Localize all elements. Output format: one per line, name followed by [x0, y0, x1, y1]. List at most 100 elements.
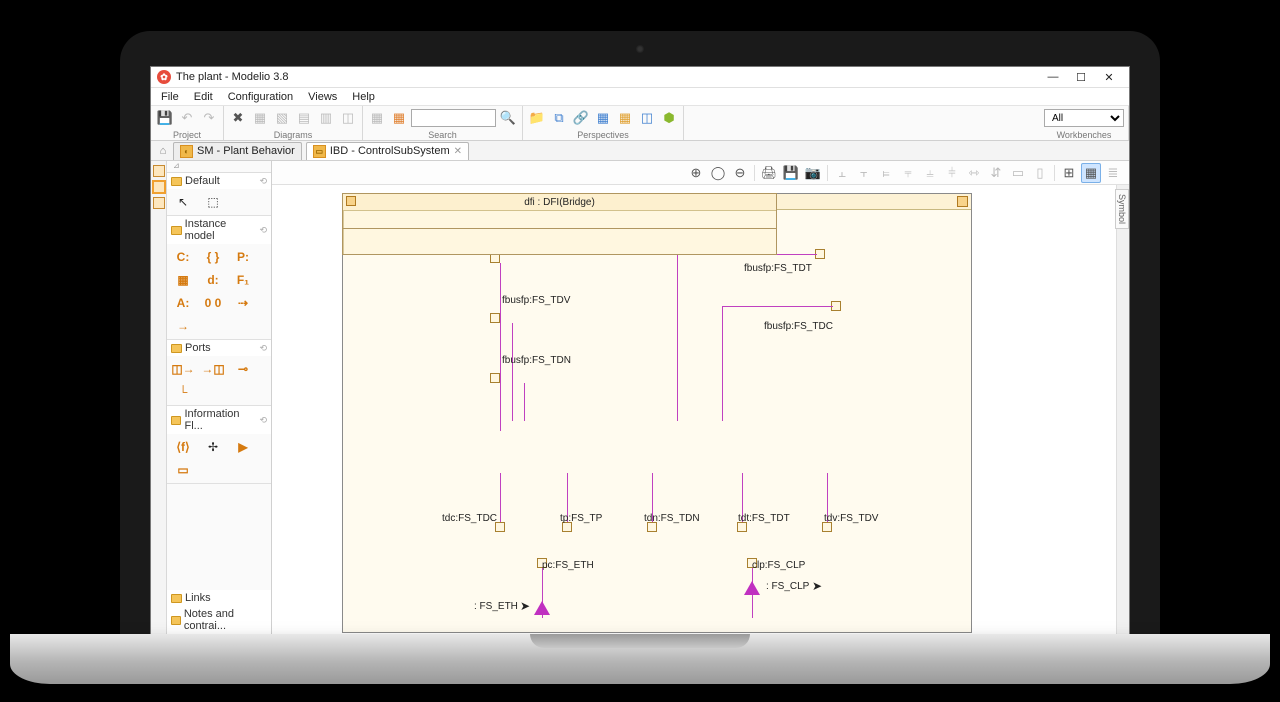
palette-header-notes[interactable]: Notes and contrai... — [167, 606, 271, 634]
sidebar-toggle[interactable]: ⌂ — [155, 143, 171, 159]
redo-icon[interactable]: ↷ — [199, 108, 219, 128]
connector[interactable] — [524, 383, 525, 421]
f-tool[interactable]: F₁ — [231, 270, 255, 290]
align-top-icon[interactable]: ⫧ — [898, 163, 918, 183]
minimize-button[interactable]: — — [1039, 67, 1067, 87]
same-height-icon[interactable]: ▯ — [1030, 163, 1050, 183]
modules-icon[interactable]: ⬢ — [659, 108, 679, 128]
d-tool[interactable]: d: — [201, 270, 225, 290]
matrix-icon[interactable]: ▦ — [367, 108, 387, 128]
iflow-cross-tool[interactable]: ✢ — [201, 437, 225, 457]
table-icon[interactable]: ▦ — [389, 108, 409, 128]
port-ld[interactable] — [490, 373, 500, 383]
pin-icon[interactable]: ⟲ — [259, 415, 267, 426]
palette-header-default[interactable]: Default ⟲ — [167, 173, 271, 189]
port-od[interactable] — [490, 313, 500, 323]
zero-tool[interactable]: 0 0 — [201, 293, 225, 313]
copy-icon[interactable]: ⧉ — [549, 108, 569, 128]
diagram1-icon[interactable]: ▦ — [250, 108, 270, 128]
grid-toggle-icon[interactable]: ▦ — [1081, 163, 1101, 183]
frame-controlsubsystem[interactable]: ControlSubSystem — [342, 193, 972, 633]
iflow-box-tool[interactable]: ▭ — [171, 460, 195, 480]
pointer-tool[interactable]: ↖ — [171, 192, 195, 212]
flow-tool[interactable]: ⇢ — [231, 293, 255, 313]
palette-header-ports[interactable]: Ports ⟲ — [167, 340, 271, 356]
zoom-out-icon[interactable]: ⊖ — [730, 163, 750, 183]
link-icon[interactable]: 🔗 — [571, 108, 591, 128]
distribute-v-icon[interactable]: ⇵ — [986, 163, 1006, 183]
menu-edit[interactable]: Edit — [188, 90, 219, 104]
pin-icon[interactable]: ⟲ — [259, 176, 267, 187]
port-in-tool[interactable]: ◫→ — [171, 359, 195, 379]
align-middle-icon[interactable]: ⫨ — [920, 163, 940, 183]
palette-header-infoflow[interactable]: Information Fl... ⟲ — [167, 406, 271, 434]
connector[interactable] — [512, 323, 513, 421]
view1-icon[interactable] — [153, 165, 165, 177]
iflow-tri-tool[interactable]: ▶ — [231, 437, 255, 457]
connector[interactable] — [500, 263, 501, 431]
align-center-icon[interactable]: ⫟ — [854, 163, 874, 183]
flowlabel-eth: : FS_ETH — [474, 601, 518, 612]
portlabel-clp: clp:FS_CLP — [752, 560, 805, 571]
search-icon[interactable]: 🔍 — [498, 108, 518, 128]
layers-icon[interactable]: ≣ — [1103, 163, 1123, 183]
port-out-tool[interactable]: →◫ — [201, 359, 225, 379]
search-input[interactable] — [411, 109, 496, 127]
layout-icon[interactable]: ▦ — [615, 108, 635, 128]
pin-icon[interactable]: ⟲ — [259, 343, 267, 354]
part-dfi[interactable]: dfi : DFI(Bridge) — [342, 193, 777, 229]
table-tool[interactable]: ▦ — [171, 270, 195, 290]
connector[interactable] — [677, 254, 678, 421]
window-icon[interactable]: ◫ — [637, 108, 657, 128]
class-tool[interactable]: C: — [171, 247, 195, 267]
palette-header-instance[interactable]: Instance model ⟲ — [167, 216, 271, 244]
save-diagram-icon[interactable]: 💾 — [781, 163, 801, 183]
palette-header-links[interactable]: Links — [167, 590, 271, 606]
diagram4-icon[interactable]: ▥ — [316, 108, 336, 128]
folder-icon[interactable]: 📁 — [527, 108, 547, 128]
view3-icon[interactable] — [153, 197, 165, 209]
undo-icon[interactable]: ↶ — [177, 108, 197, 128]
marquee-tool[interactable]: ⬚ — [201, 192, 225, 212]
port-lolli-tool[interactable]: ⊸ — [231, 359, 255, 379]
connector[interactable] — [722, 306, 723, 421]
wrench-icon[interactable]: ✖ — [228, 108, 248, 128]
workbench-select[interactable]: All — [1044, 109, 1124, 127]
connector[interactable] — [500, 473, 501, 527]
symbol-tab[interactable]: Symbol — [1115, 189, 1129, 229]
braces-tool[interactable]: { } — [201, 247, 225, 267]
menu-file[interactable]: File — [155, 90, 185, 104]
property-tool[interactable]: P: — [231, 247, 255, 267]
zoom-in-icon[interactable]: ⊕ — [686, 163, 706, 183]
tab-sm-plant-behavior[interactable]: ◐ SM - Plant Behavior — [173, 142, 302, 160]
snap-icon[interactable]: ⊞ — [1059, 163, 1079, 183]
iflow-tool[interactable]: ⟨f⟩ — [171, 437, 195, 457]
diagram5-icon[interactable]: ◫ — [338, 108, 358, 128]
canvas-viewport[interactable]: Symbol ControlSubSystem pd : PositionerD… — [272, 185, 1129, 650]
diagram3-icon[interactable]: ▤ — [294, 108, 314, 128]
menu-configuration[interactable]: Configuration — [222, 90, 299, 104]
pin-icon[interactable]: ⟲ — [259, 225, 267, 236]
zoom-reset-icon[interactable]: ◯ — [708, 163, 728, 183]
align-left-icon[interactable]: ⫠ — [832, 163, 852, 183]
close-icon[interactable]: ✕ — [454, 146, 462, 157]
arrow-tool[interactable]: → — [171, 316, 195, 336]
port-l-tool[interactable]: └ — [171, 382, 195, 402]
diagram2-icon[interactable]: ▧ — [272, 108, 292, 128]
menu-help[interactable]: Help — [346, 90, 381, 104]
menu-views[interactable]: Views — [302, 90, 343, 104]
print-icon[interactable]: 🖨 — [759, 163, 779, 183]
connector[interactable] — [722, 306, 833, 307]
maximize-button[interactable]: ☐ — [1067, 67, 1095, 87]
close-button[interactable]: ✕ — [1095, 67, 1123, 87]
tab-ibd-controlsubsystem[interactable]: ▭ IBD - ControlSubSystem ✕ — [306, 142, 469, 160]
view2-icon[interactable] — [153, 181, 165, 193]
snapshot-icon[interactable]: 📷 — [803, 163, 823, 183]
attr-tool[interactable]: A: — [171, 293, 195, 313]
align-right-icon[interactable]: ⫢ — [876, 163, 896, 183]
save-icon[interactable]: 💾 — [155, 108, 175, 128]
same-width-icon[interactable]: ▭ — [1008, 163, 1028, 183]
grid-icon[interactable]: ▦ — [593, 108, 613, 128]
align-bottom-icon[interactable]: ⫩ — [942, 163, 962, 183]
distribute-h-icon[interactable]: ⇿ — [964, 163, 984, 183]
